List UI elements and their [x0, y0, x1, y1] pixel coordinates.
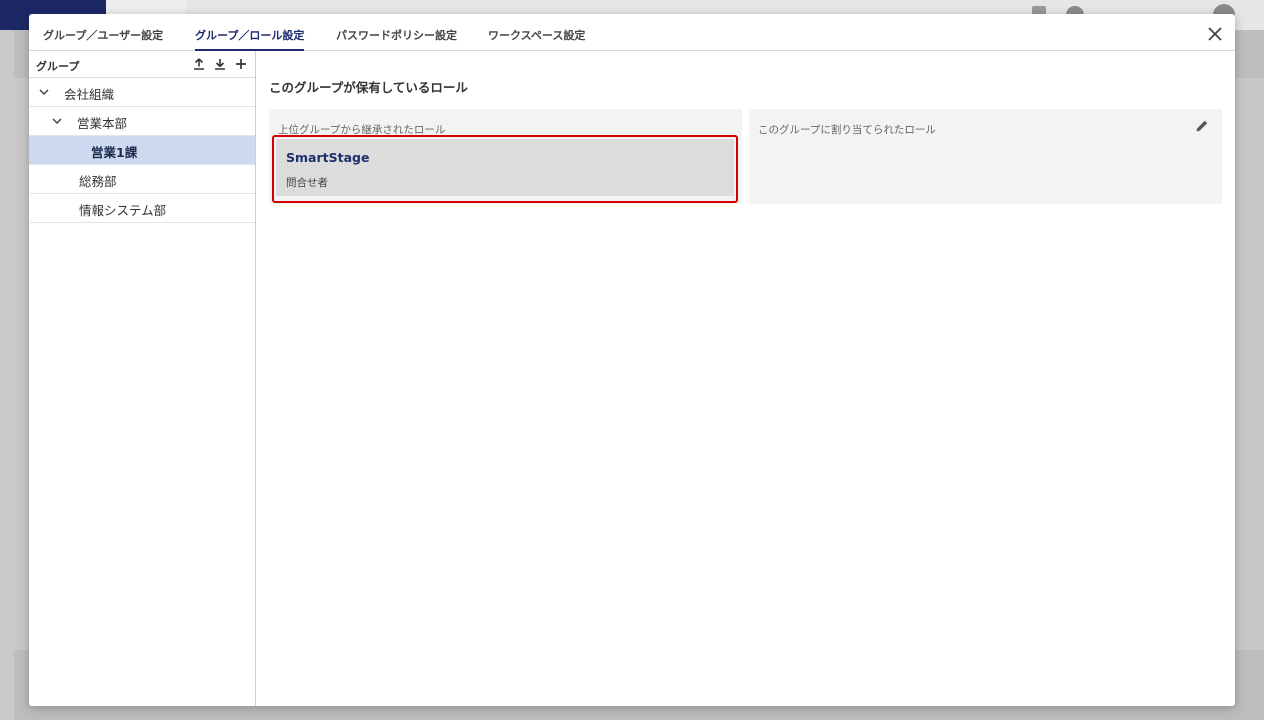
- inherited-roles-label: 上位グループから継承されたロール: [278, 124, 446, 136]
- tab-group-role-settings[interactable]: グループ／ロール設定: [195, 14, 305, 51]
- role-description: 問合せ者: [286, 177, 328, 189]
- tab-password-policy-settings[interactable]: パスワードポリシー設定: [336, 14, 457, 51]
- download-icon[interactable]: [213, 57, 227, 71]
- upload-icon[interactable]: [192, 57, 206, 71]
- chevron-down-icon[interactable]: [51, 115, 63, 127]
- tab-group-user-settings[interactable]: グループ／ユーザー設定: [43, 14, 163, 51]
- tab-workspace-settings[interactable]: ワークスペース設定: [488, 14, 585, 51]
- group-sidebar: グループ 会社組織 営業本部 営業1課 総務部 情報システム部: [29, 51, 256, 706]
- tree-item-label: 総務部: [79, 174, 117, 189]
- tree-item-label: 営業本部: [77, 116, 128, 131]
- role-panel: このグループが保有しているロール 上位グループから継承されたロール SmartS…: [257, 51, 1235, 706]
- chevron-down-icon[interactable]: [38, 86, 50, 98]
- close-icon[interactable]: [1207, 26, 1223, 42]
- tree-item-sales-hq[interactable]: 営業本部: [29, 107, 255, 136]
- pencil-icon[interactable]: [1194, 118, 1210, 134]
- sidebar-header: グループ: [29, 51, 255, 78]
- tab-bar: グループ／ユーザー設定 グループ／ロール設定 パスワードポリシー設定 ワークスペ…: [29, 14, 1235, 51]
- tree-item-information-systems[interactable]: 情報システム部: [29, 194, 255, 223]
- tree-item-company[interactable]: 会社組織: [29, 78, 255, 107]
- inherited-roles-box: 上位グループから継承されたロール SmartStage 問合せ者: [269, 109, 742, 204]
- role-name: SmartStage: [286, 150, 370, 165]
- section-title: このグループが保有しているロール: [269, 80, 468, 95]
- sidebar-title: グループ: [36, 60, 80, 73]
- assigned-roles-box: このグループに割り当てられたロール: [749, 109, 1222, 204]
- tree-item-label: 営業1課: [91, 145, 138, 160]
- settings-modal: グループ／ユーザー設定 グループ／ロール設定 パスワードポリシー設定 ワークスペ…: [29, 14, 1235, 706]
- tree-item-general-affairs[interactable]: 総務部: [29, 165, 255, 194]
- role-card[interactable]: SmartStage 問合せ者: [276, 139, 734, 196]
- tree-item-sales-section-1[interactable]: 営業1課: [29, 136, 255, 165]
- tree-item-label: 情報システム部: [79, 203, 167, 218]
- plus-icon[interactable]: [234, 57, 248, 71]
- assigned-roles-label: このグループに割り当てられたロール: [758, 124, 936, 136]
- tree-item-label: 会社組織: [64, 87, 115, 102]
